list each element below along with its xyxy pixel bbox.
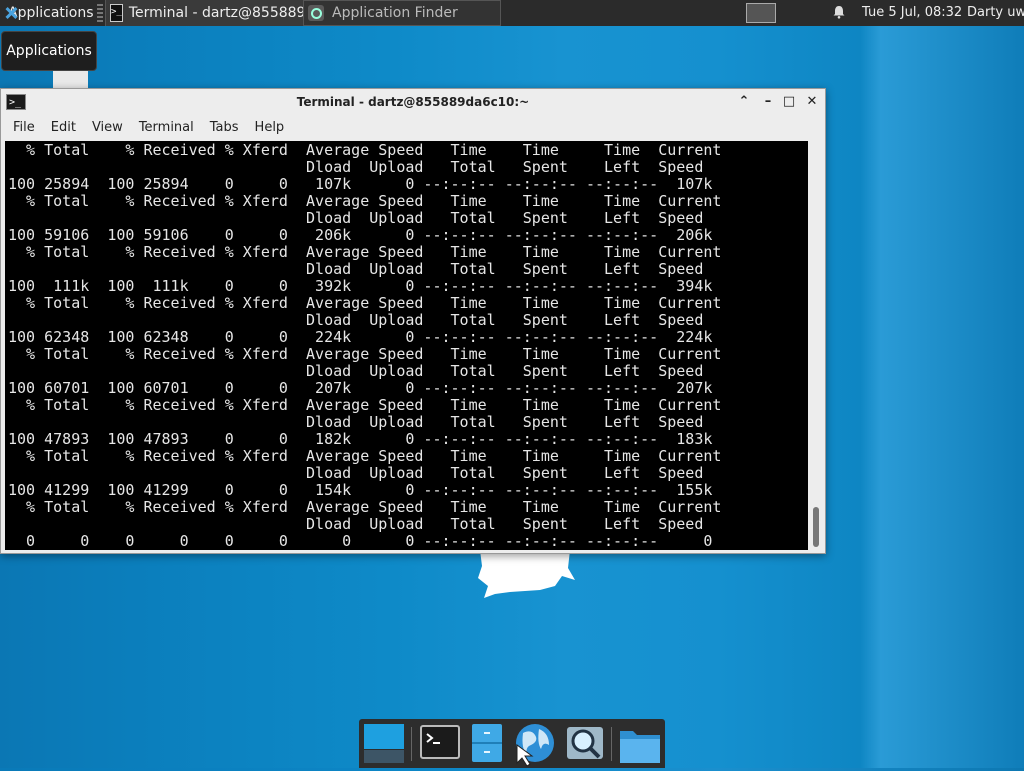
menu-file[interactable]: File [5,120,43,135]
menu-edit[interactable]: Edit [43,120,84,135]
applications-menu-button[interactable]: Applications [0,0,95,26]
workspace-switcher[interactable] [746,3,776,23]
file-cabinet-icon [472,724,502,762]
taskbar-item-terminal[interactable]: >_ Terminal - dartz@855889da... [105,0,303,26]
taskbar-item-label: Terminal - dartz@855889da... [128,5,303,21]
minimize-button[interactable]: – [760,94,776,110]
web-browser-globe-icon [516,724,554,767]
dock-terminal-launcher[interactable] [419,723,461,763]
terminal-window[interactable]: >_ Terminal - dartz@855889da6c10:~ ⌃ – □… [0,88,826,554]
applications-tooltip: Applications [1,31,97,71]
app-finder-icon [308,5,324,21]
maximize-button[interactable]: □ [781,94,797,110]
dock-separator [411,727,412,761]
shade-button[interactable]: ⌃ [736,94,752,110]
menu-view[interactable]: View [84,120,131,135]
panel-separator [97,4,103,22]
menu-terminal[interactable]: Terminal [131,120,202,135]
dock-separator [611,727,612,761]
show-desktop-button[interactable] [363,723,405,763]
desktop-mascot-image [478,550,575,598]
dock-app-finder-launcher[interactable] [565,723,605,763]
panel-user-name[interactable]: Darty uwu [967,5,1024,20]
terminal-output-text: % Total % Received % Xferd Average Speed… [8,141,722,550]
desktop-icon-fragment [53,71,88,89]
app-finder-icon [567,727,603,759]
panel-clock[interactable]: Tue 5 Jul, 08:32 [862,5,962,20]
terminal-icon: >_ [110,4,123,22]
applications-menu-label: Applications [8,5,94,21]
window-titlebar[interactable]: >_ Terminal - dartz@855889da6c10:~ ⌃ – □… [1,89,825,115]
folder-icon [620,731,660,763]
menu-help[interactable]: Help [247,120,293,135]
taskbar-item-label: Application Finder [332,5,458,21]
terminal-scrollbar[interactable] [808,141,825,550]
terminal-output-area[interactable]: % Total % Received % Xferd Average Speed… [5,141,808,550]
dock-file-cabinet-launcher[interactable] [469,723,505,763]
dock-home-folder-launcher[interactable] [619,723,661,763]
scrollbar-thumb[interactable] [813,507,819,547]
taskbar-item-app-finder[interactable]: Application Finder [303,0,501,26]
dock-web-browser-launcher[interactable] [513,723,557,767]
notification-bell-icon[interactable] [832,5,846,19]
bottom-dock [359,719,665,768]
menu-bar: File Edit View Terminal Tabs Help [1,115,825,139]
window-title: Terminal - dartz@855889da6c10:~ [296,95,530,109]
show-desktop-icon [364,724,404,763]
terminal-icon [420,725,460,759]
menu-tabs[interactable]: Tabs [202,120,247,135]
close-button[interactable]: ✕ [804,94,820,110]
